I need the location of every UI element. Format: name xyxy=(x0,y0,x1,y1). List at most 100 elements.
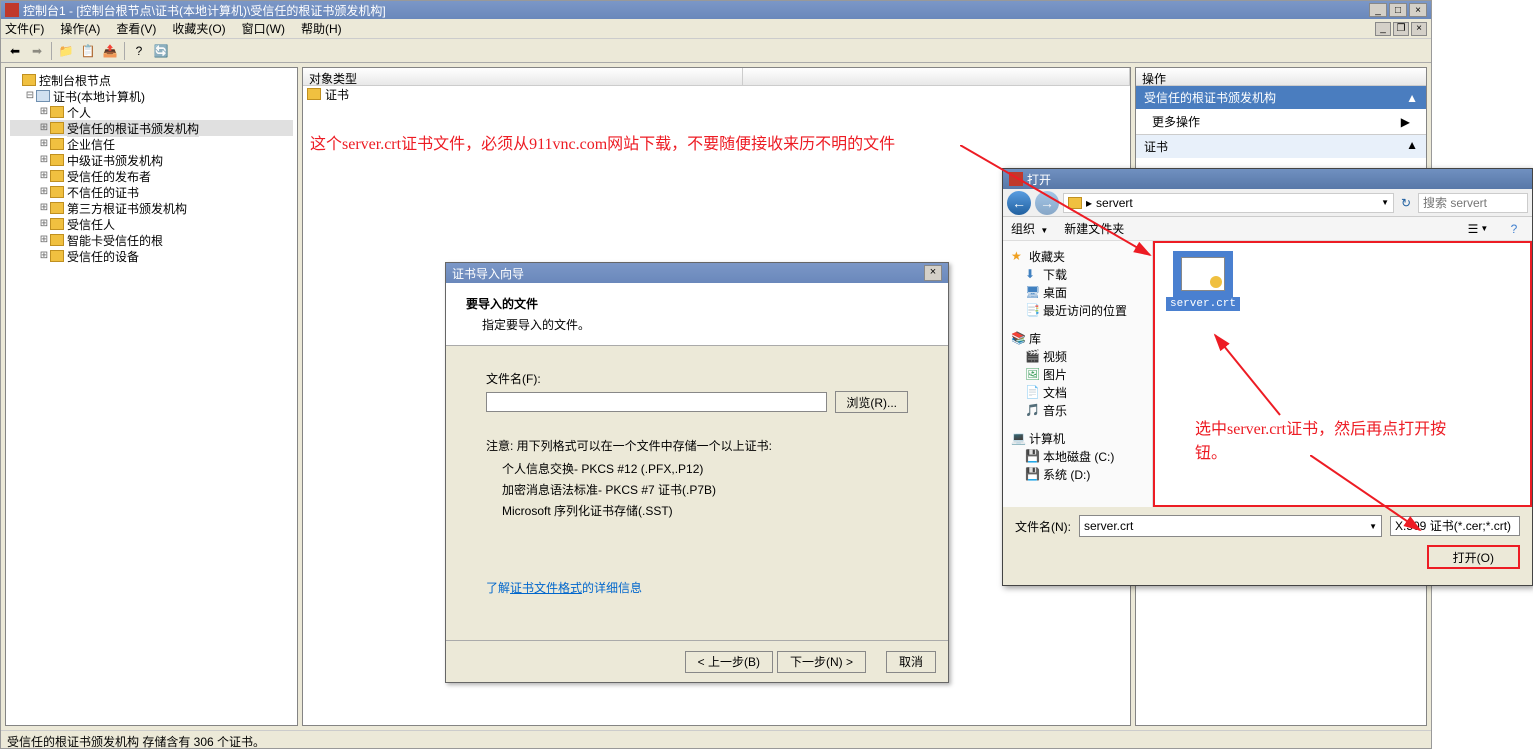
title-bar: 控制台1 - [控制台根节点\证书(本地计算机)\受信任的根证书颁发机构] _ … xyxy=(1,1,1431,19)
open-title-bar: 打开 xyxy=(1003,169,1532,189)
sb-desktop[interactable]: 🖥桌面 xyxy=(1003,283,1152,301)
inner-restore-button[interactable]: ❐ xyxy=(1393,22,1409,36)
sb-favorites[interactable]: ★收藏夹 xyxy=(1003,247,1152,265)
open-sidebar[interactable]: ★收藏夹 ⬇下载 🖥桌面 📑最近访问的位置 📚库 🎬视频 🖼图片 📄文档 🎵音乐… xyxy=(1003,241,1153,507)
collapse-icon: ▲ xyxy=(1406,138,1418,155)
note-text: 注意: 用下列格式可以在一个文件中存储一个以上证书: xyxy=(486,437,908,454)
tool-bar: ⬅ ➡ 📁 📋 📤 ? 🔄 xyxy=(1,39,1431,63)
wizard-close-button[interactable]: × xyxy=(924,265,942,281)
tree-root[interactable]: 控制台根节点 xyxy=(10,72,293,88)
nav-back-button[interactable]: ← xyxy=(1007,191,1031,215)
sb-recent[interactable]: 📑最近访问的位置 xyxy=(1003,301,1152,319)
menu-window[interactable]: 窗口(W) xyxy=(242,20,285,37)
maximize-button[interactable]: □ xyxy=(1389,3,1407,17)
menu-bar: 文件(F) 操作(A) 查看(V) 收藏夹(O) 窗口(W) 帮助(H) _ ❐… xyxy=(1,19,1431,39)
sb-drive-c[interactable]: 💾本地磁盘 (C:) xyxy=(1003,447,1152,465)
chevron-right-icon: ▶ xyxy=(1401,115,1410,129)
sb-drive-d[interactable]: 💾系统 (D:) xyxy=(1003,465,1152,483)
actions-more[interactable]: 更多操作▶ xyxy=(1136,109,1426,134)
tree-certs[interactable]: ⊟证书(本地计算机) xyxy=(10,88,293,104)
file-server-crt[interactable]: server.crt xyxy=(1163,251,1243,311)
export-button[interactable]: 📤 xyxy=(100,41,120,61)
close-button[interactable]: × xyxy=(1409,3,1427,17)
open-filename-input[interactable] xyxy=(1080,516,1363,536)
open-dialog: 打开 ← → ▸ servert ▼ ↻ 组织 ▼ 新建文件夹 ☰▼ ? ★收藏… xyxy=(1002,168,1533,586)
tree-trusted-root[interactable]: ⊞受信任的根证书颁发机构 xyxy=(10,120,293,136)
tree-third-party[interactable]: ⊞第三方根证书颁发机构 xyxy=(10,200,293,216)
folder-icon xyxy=(1068,197,1082,209)
tree-trusted-pub[interactable]: ⊞受信任的发布者 xyxy=(10,168,293,184)
tree-smartcard[interactable]: ⊞智能卡受信任的根 xyxy=(10,232,293,248)
open-toolbar: 组织 ▼ 新建文件夹 ☰▼ ? xyxy=(1003,217,1532,241)
refresh-button[interactable]: 🔄 xyxy=(151,41,171,61)
wizard-title-bar: 证书导入向导 × xyxy=(446,263,948,283)
breadcrumb[interactable]: ▸ servert ▼ xyxy=(1063,193,1394,213)
format-pkcs7: 加密消息语法标准- PKCS #7 证书(.P7B) xyxy=(502,481,908,498)
inner-close-button[interactable]: × xyxy=(1411,22,1427,36)
cert-import-wizard: 证书导入向导 × 要导入的文件 指定要导入的文件。 文件名(F): 浏览(R).… xyxy=(445,262,949,683)
sb-library[interactable]: 📚库 xyxy=(1003,329,1152,347)
menu-view[interactable]: 查看(V) xyxy=(116,20,156,37)
show-hide-button[interactable]: 📋 xyxy=(78,41,98,61)
refresh-button[interactable]: ↻ xyxy=(1398,195,1414,211)
back-button[interactable]: ⬅ xyxy=(5,41,25,61)
open-filename-label: 文件名(N): xyxy=(1015,518,1071,535)
file-list[interactable]: server.crt xyxy=(1153,241,1532,507)
actions-title: 操作 xyxy=(1136,68,1426,86)
sb-music[interactable]: 🎵音乐 xyxy=(1003,401,1152,419)
tree-intermediate[interactable]: ⊞中级证书颁发机构 xyxy=(10,152,293,168)
nav-forward-button[interactable]: → xyxy=(1035,191,1059,215)
help-icon[interactable]: ? xyxy=(1504,221,1524,237)
wizard-header: 要导入的文件 指定要导入的文件。 xyxy=(446,283,948,346)
tree-enterprise[interactable]: ⊞企业信任 xyxy=(10,136,293,152)
actions-section-trusted-root[interactable]: 受信任的根证书颁发机构▲ xyxy=(1136,86,1426,109)
wizard-heading: 要导入的文件 xyxy=(466,295,928,312)
column-header[interactable]: 对象类型 xyxy=(303,68,1130,86)
filename-input[interactable] xyxy=(486,392,827,412)
sb-video[interactable]: 🎬视频 xyxy=(1003,347,1152,365)
sb-documents[interactable]: 📄文档 xyxy=(1003,383,1152,401)
tree-trusted-dev[interactable]: ⊞受信任的设备 xyxy=(10,248,293,264)
menu-action[interactable]: 操作(A) xyxy=(60,20,100,37)
inner-minimize-button[interactable]: _ xyxy=(1375,22,1391,36)
sb-pictures[interactable]: 🖼图片 xyxy=(1003,365,1152,383)
file-type-select[interactable]: X.509 证书(*.cer;*.crt) xyxy=(1390,516,1520,536)
tree-untrusted[interactable]: ⊞不信任的证书 xyxy=(10,184,293,200)
new-folder-button[interactable]: 新建文件夹 xyxy=(1064,220,1124,237)
organize-menu[interactable]: 组织 ▼ xyxy=(1011,220,1048,237)
list-row-cert[interactable]: 证书 xyxy=(303,86,1130,102)
cert-format-link[interactable]: 证书文件格式 xyxy=(510,581,582,595)
menu-file[interactable]: 文件(F) xyxy=(5,20,44,37)
window-title: 控制台1 - [控制台根节点\证书(本地计算机)\受信任的根证书颁发机构] xyxy=(23,2,386,19)
browse-button[interactable]: 浏览(R)... xyxy=(835,391,908,413)
search-input[interactable] xyxy=(1418,193,1528,213)
tree-personal[interactable]: ⊞个人 xyxy=(10,104,293,120)
sb-computer[interactable]: 💻计算机 xyxy=(1003,429,1152,447)
chevron-down-icon[interactable]: ▼ xyxy=(1381,198,1389,207)
cancel-button[interactable]: 取消 xyxy=(886,651,936,673)
format-pkcs12: 个人信息交换- PKCS #12 (.PFX,.P12) xyxy=(502,460,908,477)
col-object-type[interactable]: 对象类型 xyxy=(303,68,743,85)
back-button[interactable]: < 上一步(B) xyxy=(685,651,773,673)
next-button[interactable]: 下一步(N) > xyxy=(777,651,866,673)
open-button[interactable]: 打开(O) xyxy=(1427,545,1520,569)
open-nav-bar: ← → ▸ servert ▼ ↻ xyxy=(1003,189,1532,217)
collapse-icon: ▲ xyxy=(1406,91,1418,105)
tree-pane[interactable]: 控制台根节点 ⊟证书(本地计算机) ⊞个人 ⊞受信任的根证书颁发机构 ⊞企业信任… xyxy=(5,67,298,726)
sb-downloads[interactable]: ⬇下载 xyxy=(1003,265,1152,283)
status-bar: 受信任的根证书颁发机构 存储含有 306 个证书。 xyxy=(1,730,1431,748)
menu-favorites[interactable]: 收藏夹(O) xyxy=(172,20,225,37)
actions-section-cert[interactable]: 证书▲ xyxy=(1136,134,1426,158)
filename-label: 文件名(F): xyxy=(486,370,908,387)
filename-dropdown[interactable]: ▼ xyxy=(1365,522,1381,531)
menu-help[interactable]: 帮助(H) xyxy=(301,20,342,37)
help-button[interactable]: ? xyxy=(129,41,149,61)
tree-trusted-people[interactable]: ⊞受信任人 xyxy=(10,216,293,232)
wizard-subheading: 指定要导入的文件。 xyxy=(482,316,928,333)
up-button[interactable]: 📁 xyxy=(56,41,76,61)
app-icon xyxy=(5,3,19,17)
cert-thumb-icon xyxy=(1173,251,1233,297)
minimize-button[interactable]: _ xyxy=(1369,3,1387,17)
forward-button[interactable]: ➡ xyxy=(27,41,47,61)
view-button[interactable]: ☰▼ xyxy=(1468,221,1488,237)
